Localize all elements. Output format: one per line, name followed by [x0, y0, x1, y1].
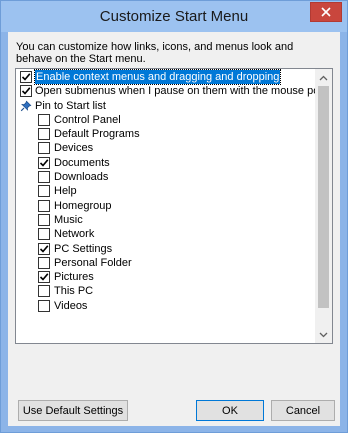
chevron-up-icon [319, 75, 328, 80]
checkbox[interactable] [38, 213, 50, 226]
option-row[interactable]: Open submenus when I pause on them with … [16, 84, 332, 98]
option-label: Enable context menus and dragging and dr… [33, 69, 282, 85]
option-label: PC Settings [54, 242, 113, 255]
pin-item-row[interactable]: Default Programs [16, 127, 315, 141]
ok-button[interactable]: OK [196, 400, 264, 421]
scroll-up-button[interactable] [315, 69, 332, 86]
checkbox[interactable] [38, 285, 50, 298]
checkbox[interactable] [38, 142, 50, 155]
option-label: Documents [54, 156, 110, 169]
checkbox[interactable] [38, 256, 50, 269]
option-label: Videos [54, 299, 88, 312]
close-button[interactable] [310, 2, 342, 22]
checkbox[interactable] [38, 199, 50, 212]
option-label: Personal Folder [54, 256, 132, 269]
group-label: Pin to Start list [35, 99, 106, 112]
checkbox[interactable] [38, 228, 50, 241]
cancel-button[interactable]: Cancel [271, 400, 335, 421]
window-title: Customize Start Menu [99, 8, 249, 25]
option-label: Downloads [54, 171, 109, 184]
checkmark-icon [39, 273, 49, 281]
checkbox[interactable] [20, 71, 32, 83]
pin-item-row[interactable]: Videos [16, 299, 315, 313]
checkmark-icon [21, 87, 31, 95]
checkbox[interactable] [38, 113, 50, 126]
pin-icon [20, 100, 32, 112]
vertical-scrollbar[interactable] [315, 69, 332, 343]
checkbox[interactable] [38, 299, 50, 312]
option-row[interactable]: Enable context menus and dragging and dr… [16, 69, 315, 85]
checkmark-icon [39, 244, 49, 253]
option-label: Pictures [54, 271, 94, 284]
use-default-settings-button[interactable]: Use Default Settings [18, 400, 128, 421]
scroll-down-button[interactable] [315, 326, 332, 343]
checkbox[interactable] [38, 171, 50, 184]
option-label: Devices [54, 142, 94, 155]
checkbox[interactable] [38, 128, 50, 141]
options-rows: Enable context menus and dragging and dr… [16, 69, 332, 313]
option-label: Help [54, 185, 77, 198]
option-label: Homegroup [54, 199, 112, 212]
pin-item-row[interactable]: Network [16, 227, 315, 241]
checkbox[interactable] [20, 85, 32, 98]
pin-item-row[interactable]: Personal Folder [16, 256, 315, 270]
scrollbar-thumb[interactable] [318, 86, 329, 308]
checkmark-icon [21, 73, 31, 81]
pin-item-row[interactable]: PC Settings [16, 242, 315, 256]
pin-item-row[interactable]: This PC [16, 284, 315, 298]
option-label: Music [54, 213, 83, 226]
pin-item-row[interactable]: Help [16, 184, 315, 198]
close-icon [321, 7, 331, 17]
pin-item-row[interactable]: Documents [16, 156, 315, 170]
pin-item-row[interactable]: Music [16, 213, 315, 227]
checkbox[interactable] [38, 156, 50, 169]
checkbox[interactable] [38, 185, 50, 198]
pin-item-row[interactable]: Devices [16, 141, 315, 155]
checkmark-icon [39, 159, 49, 167]
customize-start-menu-dialog: Customize Start Menu You can customize h… [0, 0, 348, 433]
pin-item-row[interactable]: Pictures [16, 270, 315, 284]
description-text: You can customize how links, icons, and … [16, 41, 294, 65]
chevron-down-icon [319, 332, 328, 337]
dialog-body: You can customize how links, icons, and … [8, 32, 340, 426]
checkbox[interactable] [38, 242, 50, 255]
options-list[interactable]: Enable context menus and dragging and dr… [15, 68, 333, 344]
pin-item-row[interactable]: Downloads [16, 170, 315, 184]
title-bar[interactable]: Customize Start Menu [1, 1, 347, 32]
option-label: Open submenus when I pause on them with … [35, 85, 333, 98]
pin-item-row[interactable]: Homegroup [16, 199, 315, 213]
option-label: Control Panel [54, 113, 121, 126]
option-label: This PC [54, 285, 94, 298]
option-label: Default Programs [54, 128, 140, 141]
pin-to-start-group: Pin to Start list [16, 99, 315, 113]
option-label: Network [54, 228, 95, 241]
pin-item-row[interactable]: Control Panel [16, 113, 315, 127]
checkbox[interactable] [38, 271, 50, 284]
